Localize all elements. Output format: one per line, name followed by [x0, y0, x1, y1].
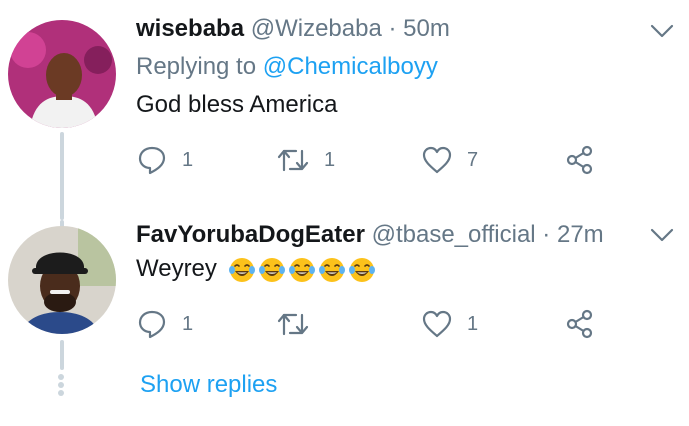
tweet-2[interactable]: FavYorubaDogEater @tbase_official · 27m … [0, 200, 689, 370]
reply-count: 1 [182, 312, 194, 335]
retweet-count: 1 [324, 148, 336, 171]
show-replies-link[interactable]: Show replies [140, 370, 277, 400]
reply-button[interactable]: 1 [136, 307, 193, 341]
share-icon [566, 309, 593, 339]
display-name[interactable]: FavYorubaDogEater [136, 221, 365, 248]
like-button[interactable]: 7 [421, 143, 478, 177]
like-icon [422, 310, 452, 338]
tweet-actions: 1 1 7 [136, 143, 616, 177]
chevron-down-icon[interactable] [649, 222, 675, 248]
retweet-icon [277, 149, 309, 172]
retweet-icon [277, 313, 309, 336]
replying-to-label: Replying to [136, 53, 257, 80]
display-name[interactable]: wisebaba [136, 15, 244, 42]
replying-to-mention[interactable]: @Chemicalboyy [263, 53, 438, 80]
reply-button[interactable]: 1 [136, 143, 193, 177]
user-handle[interactable]: @Wizebaba [251, 15, 382, 42]
reply-icon [138, 310, 166, 339]
like-icon [422, 146, 452, 174]
separator: · [388, 15, 397, 42]
tweet-header: wisebaba @Wizebaba · 50m [136, 14, 450, 44]
tweet-header: FavYorubaDogEater @tbase_official · 27m [136, 220, 604, 250]
tweet-actions: 1 1 [136, 307, 616, 341]
tweet-text-content: Weyrey [136, 255, 217, 282]
reply-icon [138, 146, 166, 175]
avatar[interactable] [8, 226, 116, 334]
laughing-crying-face-icon [288, 257, 315, 282]
chevron-down-icon[interactable] [649, 18, 675, 44]
laughing-crying-face-icon [318, 257, 345, 282]
laughing-crying-face-icon [258, 257, 285, 282]
share-button[interactable] [564, 143, 596, 177]
like-count: 7 [467, 148, 479, 171]
avatar[interactable] [8, 20, 116, 128]
laughing-crying-face-icon [348, 257, 375, 282]
retweet-button[interactable] [276, 307, 324, 341]
timestamp[interactable]: 50m [403, 15, 450, 42]
reply-count: 1 [182, 148, 194, 171]
laughing-crying-face-icon [228, 257, 255, 282]
share-button[interactable] [564, 307, 596, 341]
like-count: 1 [467, 312, 479, 335]
user-handle[interactable]: @tbase_official [372, 221, 536, 248]
like-button[interactable]: 1 [421, 307, 478, 341]
timestamp[interactable]: 27m [557, 221, 604, 248]
emoji-row [228, 256, 376, 284]
separator: · [542, 221, 551, 248]
tweet-1[interactable]: wisebaba @Wizebaba · 50m Replying to @Ch… [0, 0, 689, 220]
retweet-button[interactable]: 1 [276, 143, 335, 177]
tweet-text: Weyrey [136, 254, 376, 284]
share-icon [566, 145, 593, 175]
thread-line [60, 340, 64, 370]
tweet-text: God bless America [136, 91, 338, 118]
thread-continuation-dots [58, 374, 66, 396]
replying-to: Replying to @Chemicalboyy [136, 52, 438, 82]
